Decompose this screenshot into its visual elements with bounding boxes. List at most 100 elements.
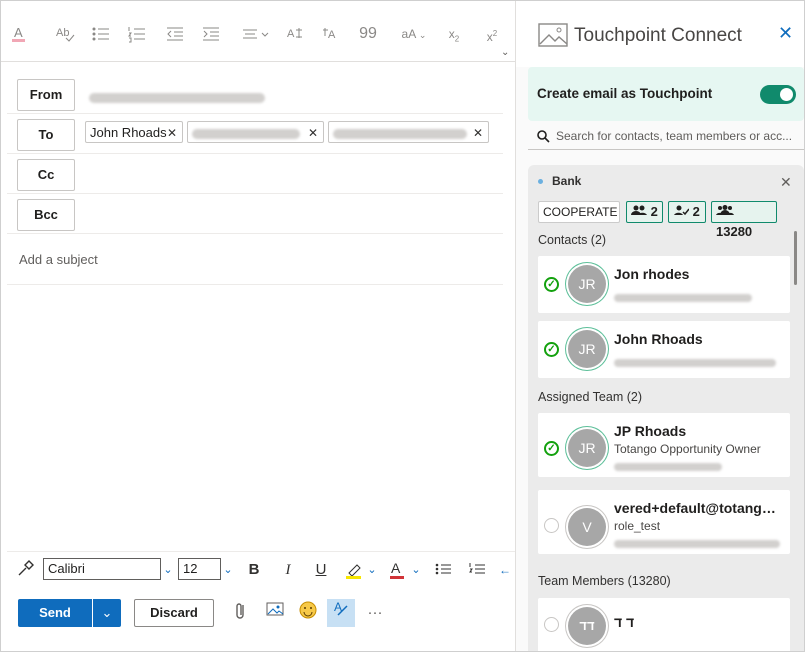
subject-divider [7, 284, 503, 285]
size-dropdown-icon[interactable]: ⌄ [221, 560, 235, 580]
decrease-indent-icon[interactable] [165, 25, 185, 43]
remove-recipient-icon[interactable]: ✕ [308, 122, 318, 144]
remove-recipient-icon[interactable]: ✕ [167, 122, 177, 144]
scrollbar[interactable] [794, 231, 797, 285]
remove-account-icon[interactable]: ✕ [780, 174, 792, 191]
font-size-input[interactable]: 12 [178, 558, 221, 580]
from-address [89, 89, 265, 104]
close-icon[interactable]: ✕ [778, 23, 793, 44]
ribbon-expand-icon[interactable]: ⌄ [501, 47, 509, 58]
bullets-icon[interactable] [433, 560, 453, 580]
search-box[interactable]: Search for contacts, team members or acc… [528, 123, 804, 150]
text-color-dropdown-icon[interactable]: ⌄ [409, 560, 423, 580]
format-painter-icon[interactable] [15, 560, 35, 580]
toggle-knob [780, 88, 793, 101]
bold-icon[interactable]: B [245, 560, 263, 580]
unselected-check-icon[interactable] [544, 518, 559, 533]
insert-picture-icon[interactable] [263, 601, 287, 625]
account-name[interactable]: Bank [552, 174, 581, 188]
bcc-button[interactable]: Bcc [17, 199, 75, 231]
font-color-icon[interactable]: A [11, 25, 27, 43]
line-spacing-icon[interactable]: A [285, 25, 303, 43]
emoji-icon[interactable] [296, 601, 320, 625]
avatar: JR [568, 265, 606, 303]
search-input[interactable]: Search for contacts, team members or acc… [556, 129, 800, 143]
team-count-badge[interactable]: 13280 [711, 201, 777, 239]
cc-button[interactable]: Cc [17, 159, 75, 191]
contacts-header: Contacts (2) [538, 233, 607, 247]
team-member-card[interactable]: ✓ JR JP Rhoads Totango Opportunity Owner [538, 413, 790, 477]
change-case-icon[interactable]: aA ⌄ [397, 25, 431, 43]
recipient-chip[interactable]: John Rhoads ✕ [85, 121, 183, 143]
contacts-count-badge[interactable]: 2 [626, 201, 663, 223]
font-name-input[interactable]: Calibri [43, 558, 161, 580]
team-member-card[interactable]: דד ד ד [538, 598, 790, 651]
numbering-icon[interactable] [127, 25, 147, 43]
team-members-header: Team Members (13280) [538, 574, 671, 588]
align-icon[interactable] [241, 25, 271, 43]
from-button[interactable]: From [17, 79, 75, 111]
attach-icon[interactable] [229, 601, 253, 625]
subscript-icon[interactable]: x2 [445, 25, 463, 43]
contacts-count: 2 [650, 204, 658, 219]
send-options-button[interactable]: ⌄ [93, 599, 121, 627]
avatar: דד [568, 607, 606, 645]
underline-icon[interactable]: U [312, 560, 330, 580]
panel-title: Touchpoint Connect [574, 25, 742, 46]
touchpoint-banner: Create email as Touchpoint [528, 67, 804, 121]
to-button[interactable]: To [17, 119, 75, 151]
assigned-count-badge[interactable]: 2 [668, 201, 706, 223]
contact-card[interactable]: ✓ JR John Rhoads [538, 321, 790, 378]
bcc-row: Bcc [7, 193, 503, 234]
selected-check-icon[interactable]: ✓ [544, 342, 559, 357]
member-name: JP Rhoads [614, 423, 687, 439]
team-icon [716, 205, 734, 215]
assigned-count: 2 [692, 204, 700, 219]
remove-recipient-icon[interactable]: ✕ [473, 122, 483, 144]
numbering-icon[interactable] [467, 560, 487, 580]
contact-name: Jon rhodes [614, 266, 690, 282]
contact-card[interactable]: ✓ JR Jon rhodes [538, 256, 790, 313]
text-color-icon[interactable]: A [387, 560, 407, 580]
quote-icon[interactable]: 99 [359, 25, 377, 43]
toggle-label: Create email as Touchpoint [537, 86, 713, 101]
cc-row: Cc [7, 153, 503, 194]
contact-name: John Rhoads [614, 331, 703, 347]
search-icon [536, 129, 550, 146]
formatting-ribbon: A Ab A A 99 aA ⌄ x2 x2 ⌄ [1, 1, 515, 62]
member-email [614, 536, 780, 550]
avatar: JR [568, 330, 606, 368]
selected-check-icon[interactable]: ✓ [544, 441, 559, 456]
svg-text:A: A [287, 28, 295, 40]
more-options-icon[interactable]: ··· [363, 601, 387, 625]
account-status-dot [538, 179, 543, 184]
paragraph-spacing-icon[interactable]: A [321, 25, 339, 43]
image-icon [538, 23, 568, 50]
member-name: vered+default@totango... [614, 500, 782, 516]
editor-icon[interactable]: A [327, 599, 355, 627]
svg-text:A: A [14, 25, 23, 40]
subject-input[interactable]: Add a subject [19, 252, 98, 267]
more-format-icon[interactable]: ← [499, 560, 511, 580]
discard-button[interactable]: Discard [134, 599, 214, 627]
italic-icon[interactable]: I [279, 560, 297, 580]
send-button[interactable]: Send [18, 599, 92, 627]
font-dropdown-icon[interactable]: ⌄ [161, 560, 175, 580]
app-window: A Ab A A 99 aA ⌄ x2 x2 ⌄ From To John Rh… [0, 0, 805, 652]
highlight-icon[interactable] [343, 560, 365, 580]
highlight-dropdown-icon[interactable]: ⌄ [365, 560, 379, 580]
selected-check-icon[interactable]: ✓ [544, 277, 559, 292]
spelling-icon[interactable]: Ab [55, 25, 75, 43]
increase-indent-icon[interactable] [201, 25, 221, 43]
contact-email [614, 355, 776, 369]
unselected-check-icon[interactable] [544, 617, 559, 632]
contacts-icon [631, 205, 647, 215]
format-toolbar: Calibri ⌄ 12 ⌄ B I U ⌄ A ⌄ ← [7, 551, 515, 586]
member-role: Totango Opportunity Owner [614, 442, 761, 456]
recipient-chip[interactable]: ✕ [328, 121, 489, 143]
superscript-icon[interactable]: x2 [483, 25, 501, 44]
team-member-card[interactable]: V vered+default@totango... role_test [538, 490, 790, 554]
bullets-icon[interactable] [91, 25, 111, 43]
touchpoint-toggle[interactable] [760, 85, 796, 104]
recipient-chip[interactable]: ✕ [187, 121, 324, 143]
